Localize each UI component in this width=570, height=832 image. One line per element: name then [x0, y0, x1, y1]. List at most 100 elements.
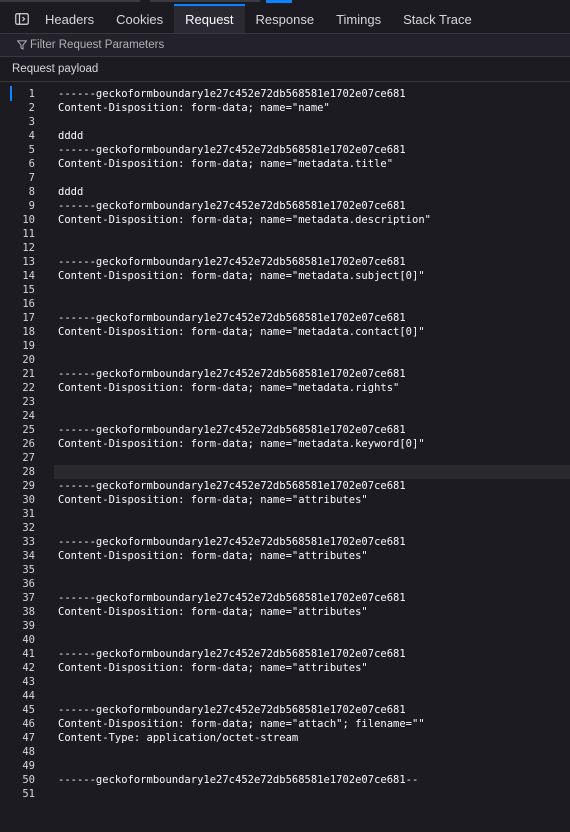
tab-timings[interactable]: Timings — [325, 5, 392, 33]
line-number: 13 — [22, 256, 35, 268]
details-tab-bar: Headers Cookies Request Response Timings… — [0, 4, 570, 34]
line-number: 31 — [22, 508, 35, 520]
line-number: 23 — [22, 396, 35, 408]
payload-line: 1 ------geckoformboundary1e27c452e72db568… — [0, 87, 570, 101]
line-text: ------geckoformboundary1e27c452e72db5685… — [58, 312, 406, 324]
line-number: 30 — [22, 494, 35, 506]
line-text: ------geckoformboundary1e27c452e72db5685… — [58, 774, 419, 786]
line-text: ------geckoformboundary1e27c452e72db5685… — [58, 480, 406, 492]
payload-line: 25 ------geckoformboundary1e27c452e72db56… — [0, 423, 570, 437]
line-text: Content-Disposition: form-data; name="me… — [58, 382, 400, 394]
line-text: Content-Disposition: form-data; name="at… — [58, 606, 368, 618]
payload-line: 22 Content-Disposition: form-data; name="… — [0, 381, 570, 395]
payload-line: 33 ------geckoformboundary1e27c452e72db56… — [0, 535, 570, 549]
line-number: 14 — [22, 270, 35, 282]
line-number: 34 — [22, 550, 35, 562]
line-number: 11 — [22, 228, 35, 240]
line-number: 26 — [22, 438, 35, 450]
payload-line: 17 ------geckoformboundary1e27c452e72db56… — [0, 311, 570, 325]
payload-editor[interactable]: 1 ------geckoformboundary1e27c452e72db568… — [0, 82, 570, 832]
payload-line: 24 — [0, 409, 570, 423]
payload-line: 51 — [0, 787, 570, 801]
payload-line: 49 — [0, 759, 570, 773]
payload-line: 44 — [0, 689, 570, 703]
payload-line: 9 ------geckoformboundary1e27c452e72db568… — [0, 199, 570, 213]
filter-funnel-icon — [17, 40, 27, 50]
payload-line: 35 — [0, 563, 570, 577]
payload-line: 16 — [0, 297, 570, 311]
payload-line: 30 Content-Disposition: form-data; name="… — [0, 493, 570, 507]
payload-line: 6 Content-Disposition: form-data; name="m… — [0, 157, 570, 171]
line-number: 18 — [22, 326, 35, 338]
line-number: 9 — [28, 200, 35, 212]
line-number: 42 — [22, 662, 35, 674]
line-number: 1 — [28, 88, 35, 100]
line-number: 36 — [22, 578, 35, 590]
payload-line: 27 — [0, 451, 570, 465]
payload-line: 34 Content-Disposition: form-data; name="… — [0, 549, 570, 563]
line-text: ------geckoformboundary1e27c452e72db5685… — [58, 424, 406, 436]
filter-bar — [0, 34, 570, 57]
line-number: 15 — [22, 284, 35, 296]
tab-stack-trace[interactable]: Stack Trace — [392, 5, 483, 33]
line-number: 46 — [22, 718, 35, 730]
line-number: 10 — [22, 214, 35, 226]
line-text: ------geckoformboundary1e27c452e72db5685… — [58, 368, 406, 380]
payload-line: 37 ------geckoformboundary1e27c452e72db56… — [0, 591, 570, 605]
payload-line: 5 ------geckoformboundary1e27c452e72db568… — [0, 143, 570, 157]
line-number: 24 — [22, 410, 35, 422]
line-number: 44 — [22, 690, 35, 702]
line-text: Content-Type: application/octet-stream — [58, 732, 299, 744]
payload-line: 13 ------geckoformboundary1e27c452e72db56… — [0, 255, 570, 269]
payload-line: 39 — [0, 619, 570, 633]
line-number: 19 — [22, 340, 35, 352]
top-strip-accent — [266, 0, 292, 3]
top-strip-segment — [0, 0, 140, 2]
line-number: 37 — [22, 592, 35, 604]
payload-line: 19 — [0, 339, 570, 353]
payload-line: 21 ------geckoformboundary1e27c452e72db56… — [0, 367, 570, 381]
line-text: Content-Disposition: form-data; name="at… — [58, 550, 368, 562]
line-text: ------geckoformboundary1e27c452e72db5685… — [58, 704, 406, 716]
payload-line: 50 ------geckoformboundary1e27c452e72db56… — [0, 773, 570, 787]
tab-request[interactable]: Request — [174, 4, 245, 33]
payload-line: 12 — [0, 241, 570, 255]
line-number: 16 — [22, 298, 35, 310]
line-number: 5 — [28, 144, 35, 156]
line-number: 51 — [22, 788, 35, 800]
line-text: Content-Disposition: form-data; name="me… — [58, 270, 425, 282]
payload-line: 4 dddd — [0, 129, 570, 143]
payload-line: 40 — [0, 633, 570, 647]
line-number: 8 — [28, 186, 35, 198]
request-payload-header[interactable]: Request payload — [0, 57, 570, 82]
payload-line: 31 — [0, 507, 570, 521]
line-number: 2 — [28, 102, 35, 114]
line-text: ------geckoformboundary1e27c452e72db5685… — [58, 144, 406, 156]
line-text: ------geckoformboundary1e27c452e72db5685… — [58, 648, 406, 660]
line-number: 20 — [22, 354, 35, 366]
filter-request-parameters-input[interactable] — [30, 39, 430, 51]
line-text: ------geckoformboundary1e27c452e72db5685… — [58, 592, 406, 604]
payload-line: 36 — [0, 577, 570, 591]
line-number: 21 — [22, 368, 35, 380]
payload-line: 7 — [0, 171, 570, 185]
payload-line: 32 — [0, 521, 570, 535]
line-number: 48 — [22, 746, 35, 758]
payload-line: 2 Content-Disposition: form-data; name="n… — [0, 101, 570, 115]
line-number: 39 — [22, 620, 35, 632]
line-number: 22 — [22, 382, 35, 394]
line-text: ------geckoformboundary1e27c452e72db5685… — [58, 536, 406, 548]
line-text: Content-Disposition: form-data; name="me… — [58, 158, 394, 170]
tab-headers[interactable]: Headers — [34, 5, 105, 33]
line-number: 45 — [22, 704, 35, 716]
line-number: 43 — [22, 676, 35, 688]
line-text: dddd — [58, 186, 84, 198]
tab-response[interactable]: Response — [245, 5, 326, 33]
sidebar-toggle-icon[interactable] — [10, 5, 34, 33]
line-number: 29 — [22, 480, 35, 492]
payload-line: 10 Content-Disposition: form-data; name="… — [0, 213, 570, 227]
tab-cookies[interactable]: Cookies — [105, 5, 174, 33]
line-text: dddd — [58, 130, 84, 142]
line-number: 25 — [22, 424, 35, 436]
line-text: Content-Disposition: form-data; name="me… — [58, 214, 431, 226]
